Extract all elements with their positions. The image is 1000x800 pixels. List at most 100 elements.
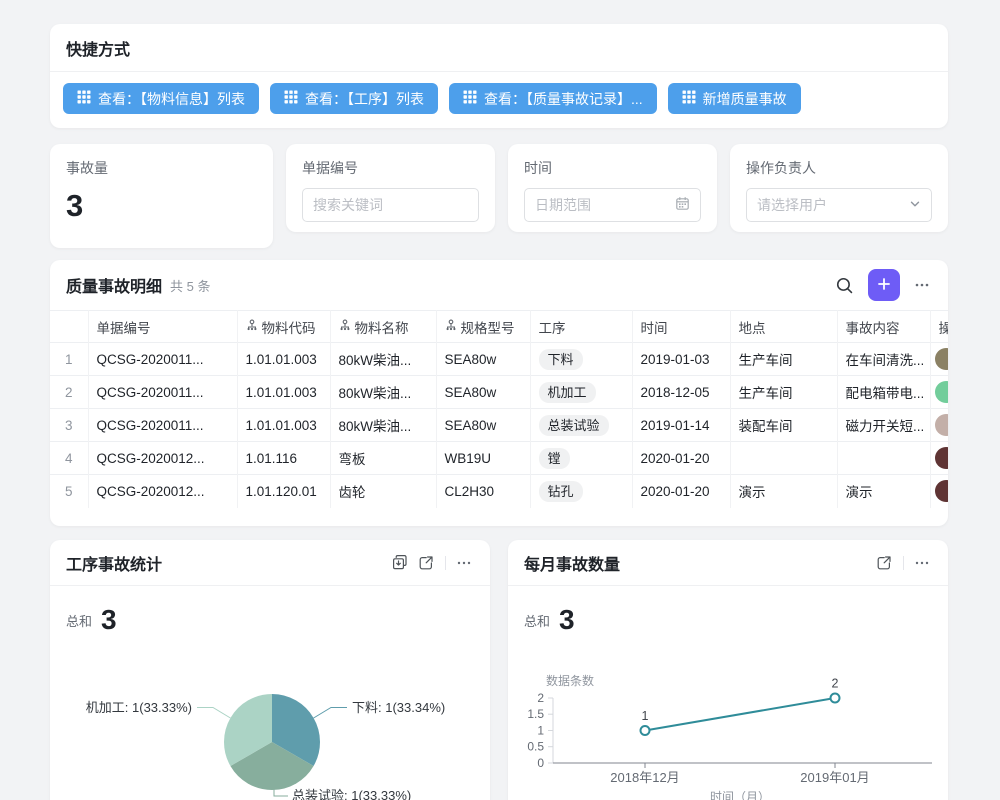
grid-icon: [682, 90, 696, 107]
cell-time: 2020-01-20: [632, 442, 730, 475]
cell-name: 80kW柴油...: [330, 409, 436, 442]
cell-operator: [930, 409, 948, 442]
table-header-row: 单据编号 物料代码 物料名称 规格型号 工序 时间 地点 事故内容 操作负责人: [50, 311, 948, 343]
cell-code: 1.01.120.01: [237, 475, 330, 508]
relation-icon: [445, 319, 457, 334]
pie-card-title: 工序事故统计: [66, 551, 387, 575]
pie-label-jijiagong: 机加工: 1(33.33%): [86, 700, 192, 715]
process-tag: 机加工: [539, 382, 596, 403]
table-row[interactable]: 2 QCSG-2020011... 1.01.01.003 80kW柴油... …: [50, 376, 948, 409]
process-tag: 下料: [539, 349, 583, 370]
row-number: 5: [50, 475, 88, 508]
data-point-1[interactable]: [641, 726, 650, 735]
relation-icon: [246, 319, 258, 334]
accident-count-card: 事故量 3: [50, 144, 273, 248]
svg-text:0.5: 0.5: [527, 740, 544, 754]
table-row[interactable]: 1 QCSG-2020011... 1.01.01.003 80kW柴油... …: [50, 343, 948, 376]
table-row[interactable]: 4 QCSG-2020012... 1.01.116 弯板 WB19U 镗 20…: [50, 442, 948, 475]
process-tag: 总装试验: [539, 415, 609, 436]
search-input[interactable]: [313, 197, 468, 213]
cell-place: 演示: [730, 475, 837, 508]
leader-line: [197, 708, 230, 719]
data-label-1: 1: [642, 709, 649, 723]
col-operator[interactable]: 操作负责人: [930, 311, 948, 343]
svg-text:2019年01月: 2019年01月: [800, 770, 869, 785]
cell-name: 80kW柴油...: [330, 376, 436, 409]
cell-spec: SEA80w: [436, 343, 530, 376]
cell-spec: SEA80w: [436, 409, 530, 442]
svg-text:1.5: 1.5: [527, 707, 544, 721]
avatar: [935, 414, 949, 436]
add-quality-accident-button[interactable]: 新增质量事故: [668, 83, 801, 114]
add-record-button[interactable]: [868, 269, 900, 301]
search-icon[interactable]: [831, 272, 858, 299]
cell-content: 磁力开关短...: [837, 409, 930, 442]
doc-number-search-field[interactable]: [302, 188, 479, 222]
avatar: [935, 480, 949, 502]
col-spec[interactable]: 规格型号: [436, 311, 530, 343]
y-axis-title: 数据条数: [546, 673, 594, 688]
cell-code: 1.01.01.003: [237, 343, 330, 376]
col-time[interactable]: 时间: [632, 311, 730, 343]
cell-operator: [930, 376, 948, 409]
leader-line: [274, 789, 288, 796]
col-code[interactable]: 物料代码: [237, 311, 330, 343]
cell-content: 配电箱带电...: [837, 376, 930, 409]
leader-line: [314, 708, 347, 719]
quality-accident-table: 单据编号 物料代码 物料名称 规格型号 工序 时间 地点 事故内容 操作负责人 …: [50, 310, 948, 508]
row-number-header: [50, 311, 88, 343]
avatar: [935, 381, 949, 403]
cell-time: 2018-12-05: [632, 376, 730, 409]
pie-label-zongzhuang: 总装试验: 1(33.33%): [292, 788, 411, 800]
user-select[interactable]: 请选择用户: [746, 188, 932, 222]
time-filter-card: 时间 日期范围: [508, 144, 717, 232]
col-doc[interactable]: 单据编号: [88, 311, 237, 343]
shortcuts-title: 快捷方式: [50, 24, 948, 72]
table-row[interactable]: 3 QCSG-2020011... 1.01.01.003 80kW柴油... …: [50, 409, 948, 442]
table-row[interactable]: 5 QCSG-2020012... 1.01.120.01 齿轮 CL2H30 …: [50, 475, 948, 508]
more-icon[interactable]: [910, 551, 934, 575]
divider: [445, 556, 446, 570]
cell-code: 1.01.116: [237, 442, 330, 475]
cell-doc: QCSG-2020011...: [88, 376, 237, 409]
grid-icon: [284, 90, 298, 107]
more-icon[interactable]: [910, 273, 934, 297]
view-quality-record-list-button[interactable]: 查看：【质量事故记录】...: [449, 83, 657, 114]
cell-doc: QCSG-2020011...: [88, 409, 237, 442]
cell-operator: [930, 475, 948, 508]
button-label: 新增质量事故: [703, 89, 787, 109]
button-label: 查看：【工序】列表: [305, 89, 424, 109]
col-content[interactable]: 事故内容: [837, 311, 930, 343]
open-external-icon[interactable]: [413, 550, 439, 576]
cell-place: 装配车间: [730, 409, 837, 442]
cell-operator: [930, 442, 948, 475]
cell-place: 生产车间: [730, 343, 837, 376]
data-point-2[interactable]: [831, 694, 840, 703]
date-range-field[interactable]: 日期范围: [524, 188, 701, 222]
cell-doc: QCSG-2020011...: [88, 343, 237, 376]
more-icon[interactable]: [452, 551, 476, 575]
svg-text:2: 2: [537, 691, 544, 705]
plus-icon: [876, 276, 892, 295]
divider: [903, 556, 904, 570]
col-place[interactable]: 地点: [730, 311, 837, 343]
table-count: 共 5 条: [170, 276, 210, 295]
quality-accident-table-card: 质量事故明细 共 5 条 单据编号 物料代码 物料名称 规格型号 工序 时间 地…: [50, 260, 948, 526]
series-line: [645, 698, 835, 731]
col-process[interactable]: 工序: [530, 311, 632, 343]
cell-name: 弯板: [330, 442, 436, 475]
col-name[interactable]: 物料名称: [330, 311, 436, 343]
accident-count-label: 事故量: [66, 158, 257, 178]
cell-name: 齿轮: [330, 475, 436, 508]
cell-time: 2020-01-20: [632, 475, 730, 508]
download-icon[interactable]: [387, 550, 413, 576]
cell-operator: [930, 343, 948, 376]
cell-process: 总装试验: [530, 409, 632, 442]
view-process-list-button[interactable]: 查看：【工序】列表: [270, 83, 438, 114]
row-number: 2: [50, 376, 88, 409]
line-chart: 数据条数 2 1.5 1 0.5 0 1 2 2018年12月 2019年01月: [508, 670, 948, 800]
cell-spec: WB19U: [436, 442, 530, 475]
view-material-list-button[interactable]: 查看：【物料信息】列表: [63, 83, 259, 114]
open-external-icon[interactable]: [871, 550, 897, 576]
monthly-accident-count-card: 每月事故数量 总和 3 数据条数 2 1.5 1 0.5 0: [508, 540, 948, 800]
